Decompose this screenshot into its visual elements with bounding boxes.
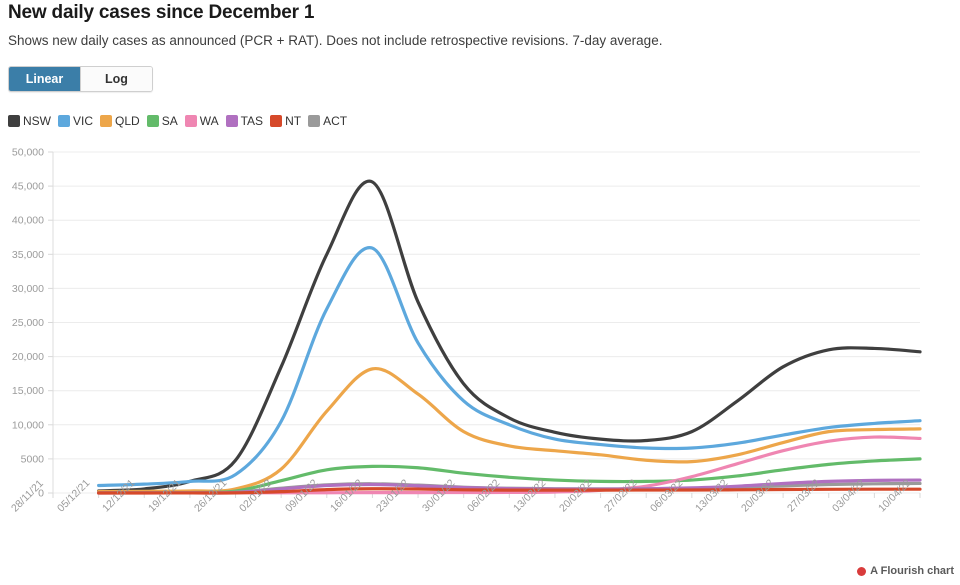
legend-swatch-icon (146, 115, 159, 127)
y-tick-label: 15,000 (12, 385, 44, 397)
y-tick-label: 30,000 (12, 283, 44, 295)
scale-toggle-linear[interactable]: Linear (9, 67, 81, 91)
y-tick-label: 10,000 (12, 419, 44, 431)
plot-area: 0 5000 10,000 15,000 20,000 25,000 30,000 35,00… (0, 140, 960, 515)
legend-label: VIC (73, 114, 94, 128)
y-tick-label: 40,000 (12, 215, 44, 227)
chart-subtitle: Shows new daily cases as announced (PCR … (8, 33, 663, 48)
chart-title: New daily cases since December 1 (8, 2, 315, 23)
x-axis: 28/11/21 05/12/21 12/12/21 19/12/21 26/12/21… (0, 477, 960, 560)
y-tick-label: 5000 (21, 453, 45, 465)
scale-toggle-log[interactable]: Log (81, 67, 152, 91)
y-tick-label: 35,000 (12, 249, 44, 261)
series-vic[interactable] (97, 246, 922, 488)
y-tick-label: 20,000 (12, 351, 44, 363)
legend-item-vic[interactable]: VIC (58, 114, 93, 128)
chart-legend[interactable]: NSW VIC QLD SA WA TAS NT ACT (8, 114, 354, 128)
y-tick-label: 50,000 (12, 147, 44, 159)
flourish-chart-container: New daily cases since December 1 Shows n… (0, 0, 960, 585)
legend-item-qld[interactable]: QLD (100, 114, 140, 128)
legend-swatch-icon (8, 115, 20, 127)
legend-item-nsw[interactable]: NSW (8, 114, 51, 128)
legend-item-act[interactable]: ACT (308, 114, 347, 128)
series-line (97, 246, 922, 488)
legend-label: WA (199, 114, 219, 128)
legend-swatch-icon (184, 115, 197, 127)
legend-item-sa[interactable]: SA (146, 114, 178, 128)
legend-label: NSW (23, 114, 51, 128)
legend-label: QLD (115, 114, 140, 128)
legend-swatch-icon (308, 115, 321, 127)
legend-label: TAS (240, 114, 264, 128)
legend-label: ACT (323, 114, 348, 128)
legend-item-tas[interactable]: TAS (225, 114, 264, 128)
flourish-dot-icon (857, 566, 867, 576)
y-tick-label: 25,000 (12, 317, 44, 329)
legend-label: NT (285, 114, 302, 128)
legend-swatch-icon (270, 115, 283, 127)
legend-item-nt[interactable]: NT (270, 114, 301, 128)
line-chart-svg: 0500010,00015,00020,00025,00030,00035,00… (12, 147, 922, 500)
y-tick-label: 45,000 (12, 181, 44, 193)
legend-item-wa[interactable]: WA (184, 114, 219, 128)
scale-toggle-group[interactable]: Linear Log (8, 66, 153, 92)
flourish-credit-label: A Flourish chart (870, 565, 954, 577)
legend-label: SA (161, 114, 178, 128)
flourish-credit[interactable]: A Flourish chart (857, 565, 954, 577)
legend-swatch-icon (58, 115, 70, 127)
legend-swatch-icon (100, 115, 113, 127)
legend-swatch-icon (225, 115, 238, 127)
